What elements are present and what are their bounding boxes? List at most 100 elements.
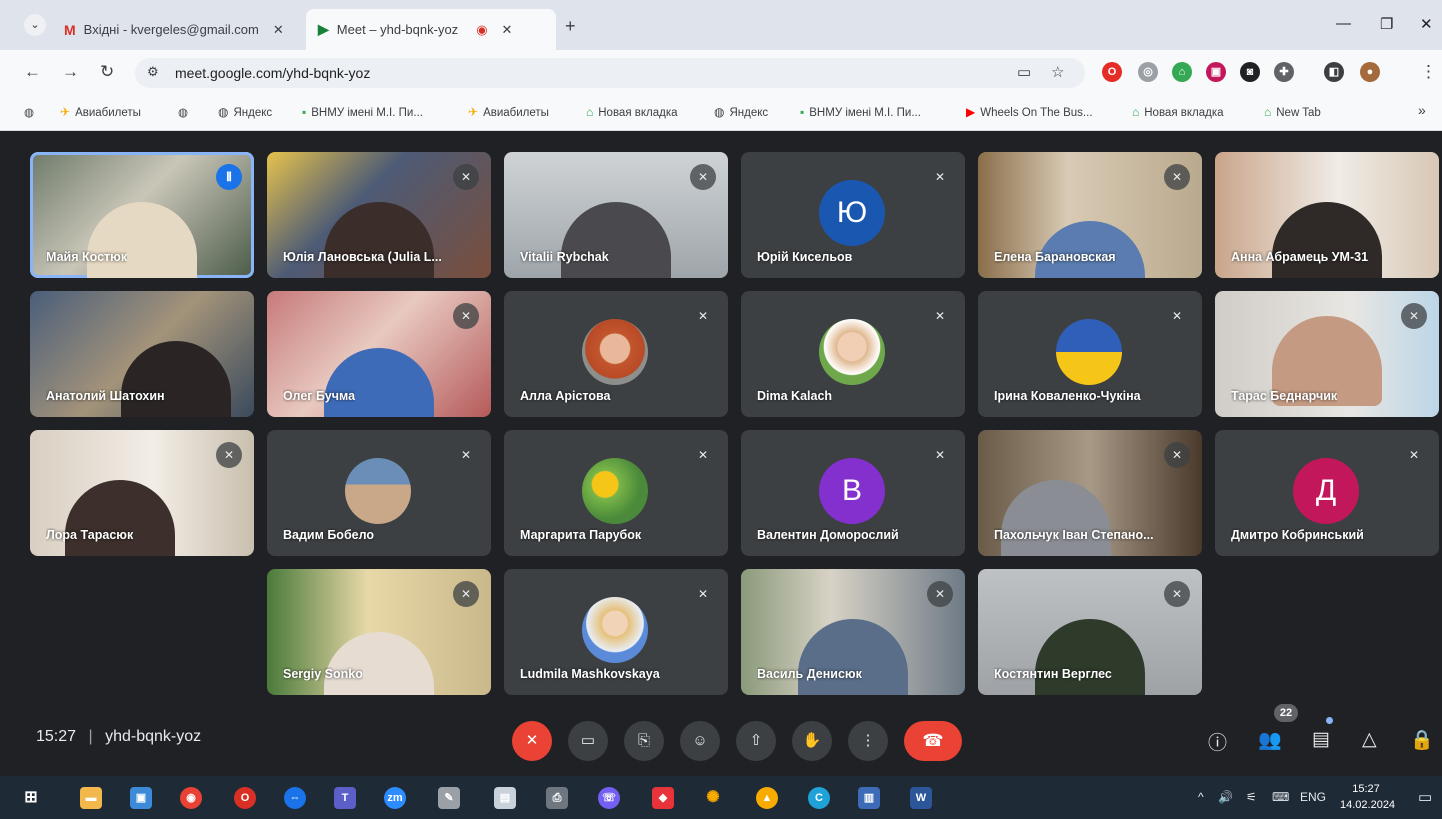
tab-meet[interactable]: ▶ Meet – yhd-bqnk-yoz ◉ ✕ [306,9,556,50]
back-arrow-icon[interactable]: ← [24,62,41,82]
bookmark-item[interactable]: ◍ Яндекс [714,105,768,119]
participant-tile[interactable]: ✕ Маргарита Парубок [504,430,728,556]
camera-toggle-button[interactable]: ▭ [568,721,608,761]
participant-tile[interactable]: ✕ Юлія Лановська (Julia L... [267,152,491,278]
tab-search-chevron-icon[interactable]: ⌄ [24,14,46,36]
reload-icon[interactable]: ↻ [100,62,114,82]
media-extension-icon[interactable]: ▣ [1206,62,1226,82]
profile-avatar[interactable]: ● [1360,62,1380,82]
participant-tile[interactable]: Анна Абрамець УМ-31 [1215,152,1439,278]
chrome-icon[interactable]: ◉ [180,787,202,809]
bookmark-globe-icon[interactable]: ◍ [178,105,188,119]
paint-icon[interactable]: ✎ [438,787,460,809]
keyboard-icon[interactable]: ⌨ [1272,790,1289,804]
cast-icon[interactable]: ▭ [1017,63,1031,81]
opera-extension-icon[interactable]: O [1102,62,1122,82]
bookmark-item[interactable]: ▪ ВНМУ імені М.І. Пи... [800,105,921,119]
participant-tile[interactable]: ✕ Олег Бучма [267,291,491,417]
save-disk-icon[interactable]: ▥ [858,787,880,809]
notifications-icon[interactable]: ▭ [1418,788,1432,806]
participant-tile[interactable]: ✕ Вадим Бобело [267,430,491,556]
bookmark-item[interactable]: ⌂ Новая вкладка [586,105,678,119]
participant-tile[interactable]: ⦀ Майя Костюк [30,152,254,278]
host-controls-icon[interactable]: 🔒 [1410,728,1434,752]
reactions-button[interactable]: ☺ [680,721,720,761]
participant-tile[interactable]: Д ✕ Дмитро Кобринський [1215,430,1439,556]
bookmark-item[interactable]: ▶ Wheels On The Bus... [966,105,1093,119]
participant-tile[interactable]: ✕ Vitalii Rybchak [504,152,728,278]
bookmark-item[interactable]: ⌂ Новая вкладка [1132,105,1224,119]
extensions-puzzle-icon[interactable]: ✚ [1274,62,1294,82]
browser-menu-icon[interactable]: ⋮ [1420,62,1437,82]
teamviewer-icon[interactable]: ⇔ [284,787,306,809]
mic-off-icon: ✕ [1164,303,1190,329]
participant-tile[interactable]: ✕ Ірина Коваленко-Чукіна [978,291,1202,417]
address-bar[interactable]: ⚙ meet.google.com/yhd-bqnk-yoz ▭ ☆ [135,58,1085,88]
vlc-icon[interactable]: ▲ [756,787,778,809]
participant-tile[interactable]: ✕ Тарас Беднарчик [1215,291,1439,417]
house-extension-icon[interactable]: ⌂ [1172,62,1192,82]
captions-button[interactable]: ⎘ [624,721,664,761]
language-indicator[interactable]: ENG [1300,790,1326,804]
participant-tile[interactable]: ✕ Dima Kalach [741,291,965,417]
participant-tile[interactable]: ✕ Алла Арістова [504,291,728,417]
more-options-button[interactable]: ⋮ [848,721,888,761]
anydesk-icon[interactable]: ◆ [652,787,674,809]
bookmark-item[interactable]: ▪ ВНМУ імені М.І. Пи... [302,105,423,119]
teams-icon[interactable]: T [334,787,356,809]
participant-tile[interactable]: ✕ Елена Барановская [978,152,1202,278]
side-panel-icon[interactable]: ◧ [1324,62,1344,82]
bookmark-item[interactable]: ⌂ New Tab [1264,105,1321,119]
tray-expand-icon[interactable]: ^ [1198,790,1204,804]
tab-meet-close-icon[interactable]: ✕ [502,22,513,38]
system-clock[interactable]: 15:27 14.02.2024 [1340,781,1395,813]
participant-tile[interactable]: ✕ Sergiy Sonko [267,569,491,695]
ccleaner-icon[interactable]: C [808,787,830,809]
participant-tile[interactable]: ✕ Пахольчук Іван Степано... [978,430,1202,556]
microphone-toggle-button[interactable]: ✕ [512,721,552,761]
new-tab-button[interactable]: + [565,16,576,37]
windows-start-icon[interactable]: ⊞ [20,787,42,809]
activities-icon[interactable]: △ [1362,728,1377,751]
participant-tile[interactable]: Ю ✕ Юрій Кисельов [741,152,965,278]
site-info-icon[interactable]: ⚙ [147,64,159,80]
printer-icon[interactable]: ⎙ [546,787,568,809]
computer-icon[interactable]: ▣ [130,787,152,809]
opera-icon[interactable]: O [234,787,256,809]
incognito-icon[interactable]: ◙ [1240,62,1260,82]
participant-tile[interactable]: ✕ Ludmila Mashkovskaya [504,569,728,695]
sun-app-icon[interactable]: ✺ [702,787,724,809]
leave-call-button[interactable]: ☎ [904,721,962,761]
bookmarks-overflow-button[interactable]: » [1418,102,1426,118]
bookmark-item[interactable]: ✈ Авиабилеты [60,105,141,119]
participant-tile[interactable]: ✕ Костянтин Верглес [978,569,1202,695]
bookmark-globe-icon[interactable]: ◍ [24,105,34,119]
bookmark-star-icon[interactable]: ☆ [1051,63,1064,81]
volume-icon[interactable]: 🔊 [1218,790,1233,804]
present-screen-button[interactable]: ⇧ [736,721,776,761]
close-window-icon[interactable]: ✕ [1420,15,1433,33]
meeting-details-icon[interactable]: ⓘ [1208,728,1227,755]
participant-tile[interactable]: Анатолий Шатохин [30,291,254,417]
tab-gmail[interactable]: M Вхідні - kvergeles@gmail.com ✕ [52,9,302,50]
participant-tile[interactable]: ✕ Лора Тарасюк [30,430,254,556]
minimize-icon[interactable]: — [1336,15,1351,32]
word-icon[interactable]: W [910,787,932,809]
people-icon[interactable]: 👥 [1258,728,1282,752]
file-explorer-icon[interactable]: ▬ [80,787,102,809]
forward-arrow-icon[interactable]: → [62,62,79,82]
viber-icon[interactable]: ☏ [598,787,620,809]
bookmark-item[interactable]: ◍ Яндекс [218,105,272,119]
tab-gmail-close-icon[interactable]: ✕ [273,22,284,38]
network-icon[interactable]: ⚟ [1246,790,1257,804]
chat-icon[interactable]: ▤ [1312,728,1330,751]
raise-hand-button[interactable]: ✋ [792,721,832,761]
participant-tile[interactable]: В ✕ Валентин Доморослий [741,430,965,556]
zoom-icon[interactable]: zm [384,787,406,809]
notepad-icon[interactable]: ▤ [494,787,516,809]
restore-icon[interactable]: ❐ [1380,15,1393,33]
bookmark-item[interactable]: ✈ Авиабилеты [468,105,549,119]
extension-icon[interactable]: ◎ [1138,62,1158,82]
participant-tile[interactable]: ✕ Василь Денисюк [741,569,965,695]
meeting-code: yhd-bqnk-yoz [105,728,202,745]
